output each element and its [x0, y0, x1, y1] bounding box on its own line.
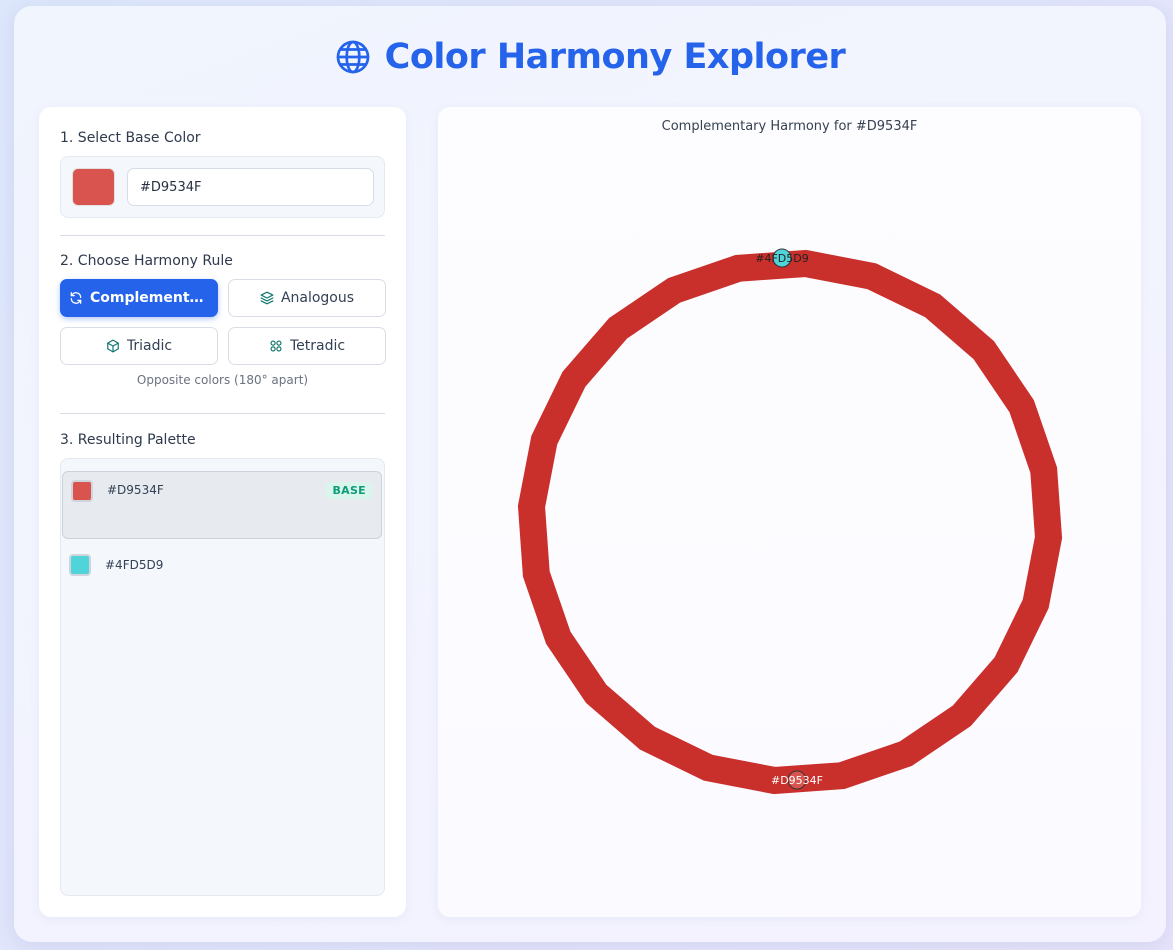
harmony-wheel-panel: Complementary Harmony for #D9534F #4FD5D…: [438, 107, 1141, 917]
app-header: Color Harmony Explorer: [14, 32, 1166, 82]
palette-swatch: [69, 554, 91, 576]
palette-hex: #4FD5D9: [105, 558, 164, 572]
harmony-description: Opposite colors (180° apart): [136, 373, 309, 387]
rule-button-tetradic[interactable]: Tetradic: [228, 327, 386, 365]
base-color-picker: [60, 156, 385, 218]
base-badge: BASE: [326, 482, 372, 499]
rule-button-analogous[interactable]: Analogous: [228, 279, 386, 317]
color-wheel-ring: [517, 249, 1063, 795]
section-divider: [60, 235, 385, 236]
cube-icon: [107, 339, 119, 353]
palette-item[interactable]: #4FD5D9: [61, 545, 381, 613]
rule-button-complementary[interactable]: Complementary: [60, 279, 218, 317]
rule-button-label: Triadic: [126, 338, 173, 354]
app-title: Color Harmony Explorer: [384, 37, 846, 77]
grid-icon: [270, 340, 282, 352]
section-title-palette: 3. Resulting Palette: [60, 432, 196, 448]
palette-item-base[interactable]: #D9534F BASE: [62, 471, 382, 539]
section-divider: [60, 413, 385, 414]
base-color-swatch[interactable]: [72, 168, 115, 206]
layers-icon: [260, 291, 274, 305]
rule-button-label: Tetradic: [289, 338, 346, 354]
rule-button-triadic[interactable]: Triadic: [60, 327, 218, 365]
wheel-marker-label: #D9534F: [771, 774, 823, 787]
rule-button-label: Complementary: [90, 290, 209, 306]
palette-hex: #D9534F: [107, 483, 164, 497]
controls-panel: 1. Select Base Color 2. Choose Harmony R…: [39, 107, 406, 917]
refresh-icon: [70, 292, 82, 304]
section-title-base-color: 1. Select Base Color: [60, 130, 201, 146]
globe-icon: [336, 40, 370, 74]
app-window: Color Harmony Explorer 1. Select Base Co…: [14, 6, 1166, 942]
section-title-harmony-rule: 2. Choose Harmony Rule: [60, 253, 233, 269]
palette-list: #D9534F BASE #4FD5D9: [60, 458, 385, 896]
base-color-hex-input[interactable]: [127, 168, 374, 206]
rule-button-label: Analogous: [280, 290, 355, 306]
wheel-marker-label: #4FD5D9: [755, 252, 808, 265]
palette-swatch: [71, 480, 93, 502]
color-wheel: #4FD5D9 #D9534F: [517, 248, 1063, 795]
